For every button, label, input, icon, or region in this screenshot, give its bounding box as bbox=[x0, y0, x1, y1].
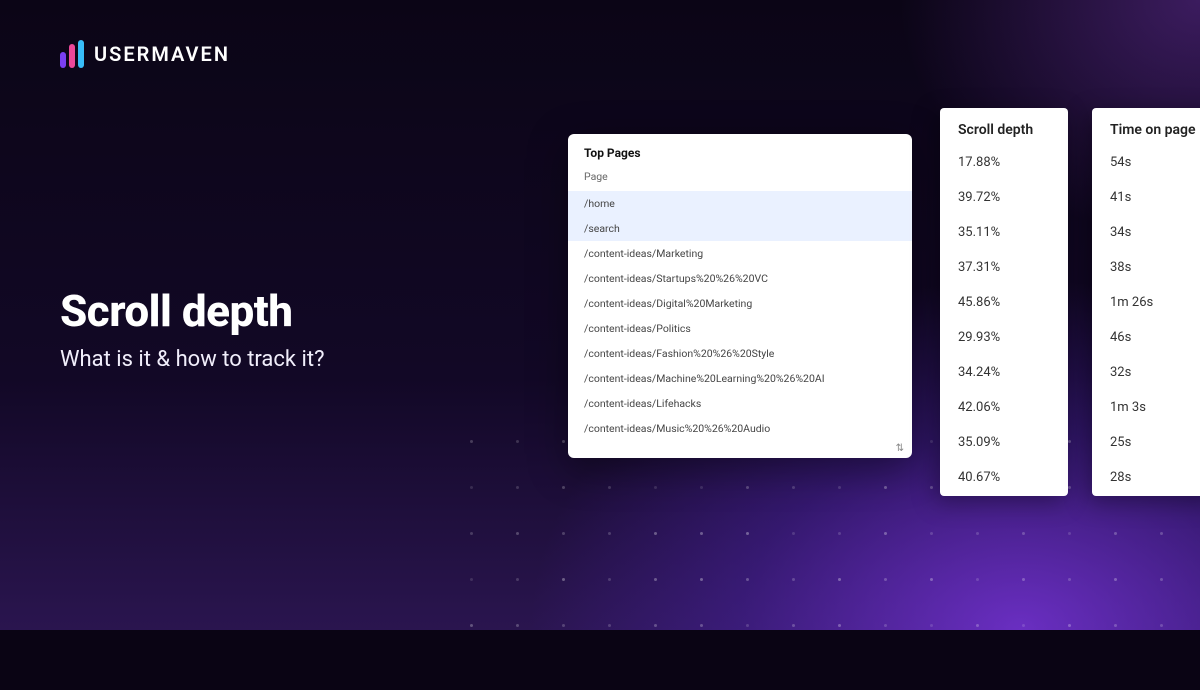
page-subtitle: What is it & how to track it? bbox=[60, 347, 324, 372]
scroll-indicator-icon: ⇅ bbox=[568, 441, 912, 458]
time-on-page-value: 38s bbox=[1110, 261, 1200, 274]
page-row[interactable]: /content-ideas/Lifehacks bbox=[568, 391, 912, 416]
column-header-time-on-page: Time on page bbox=[1110, 122, 1200, 138]
time-on-page-value: 28s bbox=[1110, 471, 1200, 484]
logo-mark-icon bbox=[60, 40, 84, 68]
page-row[interactable]: /content-ideas/Machine%20Learning%20%26%… bbox=[568, 366, 912, 391]
headline-block: Scroll depth What is it & how to track i… bbox=[60, 285, 324, 372]
page-row[interactable]: /home bbox=[568, 191, 912, 216]
page-row[interactable]: /content-ideas/Fashion%20%26%20Style bbox=[568, 341, 912, 366]
panel-title: Top Pages bbox=[568, 134, 912, 166]
scroll-depth-value: 34.24% bbox=[958, 366, 1050, 379]
time-on-page-value: 54s bbox=[1110, 156, 1200, 169]
scroll-depth-value: 37.31% bbox=[958, 261, 1050, 274]
page-row[interactable]: /content-ideas/Marketing bbox=[568, 241, 912, 266]
scroll-depth-value: 17.88% bbox=[958, 156, 1050, 169]
column-header-page: Page bbox=[568, 166, 912, 191]
time-on-page-value: 32s bbox=[1110, 366, 1200, 379]
time-on-page-value: 41s bbox=[1110, 191, 1200, 204]
page-row[interactable]: /content-ideas/Digital%20Marketing bbox=[568, 291, 912, 316]
page-row[interactable]: /content-ideas/Politics bbox=[568, 316, 912, 341]
time-on-page-value: 25s bbox=[1110, 436, 1200, 449]
column-header-scroll-depth: Scroll depth bbox=[958, 122, 1050, 138]
page-row[interactable]: /content-ideas/Music%20%26%20Audio bbox=[568, 416, 912, 441]
scroll-depth-value: 35.11% bbox=[958, 226, 1050, 239]
page-row[interactable]: /content-ideas/Startups%20%26%20VC bbox=[568, 266, 912, 291]
time-on-page-value: 46s bbox=[1110, 331, 1200, 344]
scroll-depth-column: Scroll depth 17.88% 39.72% 35.11% 37.31% 45.… bbox=[940, 108, 1068, 496]
brand-name: USERMAVEN bbox=[94, 42, 230, 66]
brand-logo: USERMAVEN bbox=[60, 40, 230, 68]
page-row[interactable]: /search bbox=[568, 216, 912, 241]
time-on-page-value: 34s bbox=[1110, 226, 1200, 239]
scroll-depth-value: 35.09% bbox=[958, 436, 1050, 449]
scroll-depth-value: 42.06% bbox=[958, 401, 1050, 414]
top-pages-panel: Top Pages Page /home/search/content-idea… bbox=[568, 134, 912, 458]
time-on-page-column: Time on page 54s 41s 34s 38s 1m 26s 46s 32s 1m … bbox=[1092, 108, 1200, 496]
scroll-depth-value: 40.67% bbox=[958, 471, 1050, 484]
scroll-depth-value: 39.72% bbox=[958, 191, 1050, 204]
time-on-page-value: 1m 3s bbox=[1110, 401, 1200, 414]
scroll-depth-value: 29.93% bbox=[958, 331, 1050, 344]
time-on-page-value: 1m 26s bbox=[1110, 296, 1200, 309]
page-title: Scroll depth bbox=[60, 285, 324, 337]
scroll-depth-value: 45.86% bbox=[958, 296, 1050, 309]
